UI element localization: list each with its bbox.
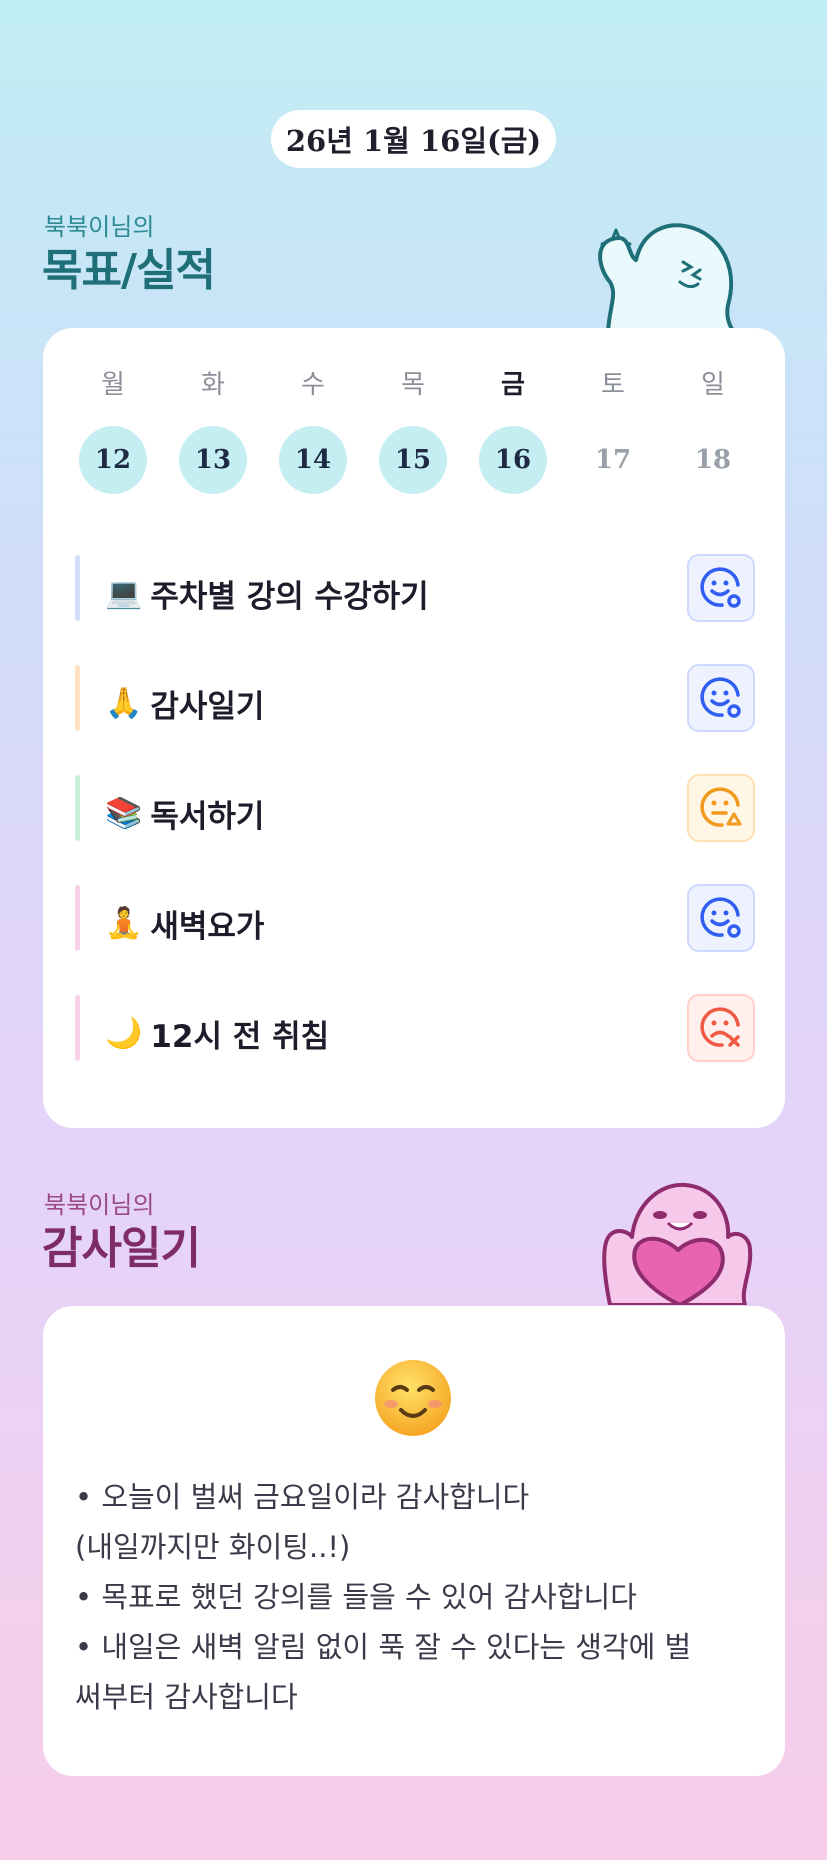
day-column[interactable]: 금 16 bbox=[473, 368, 553, 494]
day-column[interactable]: 수 14 bbox=[273, 368, 353, 494]
goal-row[interactable]: 💻 주차별 강의 수강하기 bbox=[75, 538, 755, 648]
goal-label: 주차별 강의 수강하기 bbox=[150, 578, 429, 615]
goal-row[interactable]: 🌙 12시 전 취침 bbox=[75, 978, 755, 1088]
goal-status-success-icon[interactable] bbox=[687, 884, 755, 952]
goal-accent-bar bbox=[75, 885, 80, 951]
goal-label: 12시 전 취침 bbox=[150, 1018, 330, 1055]
smiling-face-icon bbox=[375, 1360, 451, 1436]
goal-accent-bar bbox=[75, 665, 80, 731]
day-number[interactable]: 13 bbox=[179, 426, 247, 494]
goal-row[interactable]: 🧘 새벽요가 bbox=[75, 868, 755, 978]
weekday-label: 월 bbox=[101, 370, 125, 400]
day-column[interactable]: 목 15 bbox=[373, 368, 453, 494]
day-number[interactable]: 18 bbox=[679, 426, 747, 494]
weekday-label: 화 bbox=[201, 370, 225, 400]
goal-emoji-icon: 🌙 bbox=[105, 1015, 143, 1051]
day-number[interactable]: 17 bbox=[579, 426, 647, 494]
weekday-label: 수 bbox=[301, 370, 325, 400]
day-number[interactable]: 16 bbox=[479, 426, 547, 494]
day-number[interactable]: 15 bbox=[379, 426, 447, 494]
diary-text: • 오늘이 벌써 금요일이라 감사합니다 (내일까지만 화이팅..!) • 목표로 … bbox=[75, 1472, 765, 1722]
goal-status-success-icon[interactable] bbox=[687, 554, 755, 622]
goal-accent-bar bbox=[75, 775, 80, 841]
goal-row[interactable]: 🙏 감사일기 bbox=[75, 648, 755, 758]
day-column[interactable]: 화 13 bbox=[173, 368, 253, 494]
day-column[interactable]: 일 18 bbox=[673, 368, 753, 494]
day-number[interactable]: 14 bbox=[279, 426, 347, 494]
goals-card: 월 12 화 13 수 14 목 15 금 16 토 17 일 18 💻 주차별 강의 수강하기 🙏 감사일기 📚… bbox=[43, 328, 785, 1128]
week-calendar: 월 12 화 13 수 14 목 15 금 16 토 17 일 18 bbox=[73, 368, 753, 494]
diary-line: • 목표로 했던 강의를 들을 수 있어 감사합니다 bbox=[75, 1580, 637, 1614]
weekday-label: 금 bbox=[501, 370, 525, 400]
goal-list: 💻 주차별 강의 수강하기 🙏 감사일기 📚 독서하기 🧘 새벽요가 🌙 12시 전 취침 bbox=[75, 538, 755, 1088]
goal-emoji-icon: 🧘 bbox=[105, 905, 143, 941]
goal-status-partial-icon[interactable] bbox=[687, 774, 755, 842]
diary-line: 써부터 감사합니다 bbox=[75, 1680, 298, 1714]
diary-line: • 내일은 새벽 알림 없이 푹 잘 수 있다는 생각에 벌 bbox=[75, 1630, 692, 1664]
goal-emoji-icon: 📚 bbox=[105, 795, 143, 831]
goal-status-success-icon[interactable] bbox=[687, 664, 755, 732]
goal-label: 감사일기 bbox=[150, 688, 265, 725]
weekday-label: 일 bbox=[701, 370, 725, 400]
ghost-mascot-icon bbox=[598, 223, 738, 335]
goals-section-title: 목표/실적 bbox=[42, 245, 216, 296]
day-column[interactable]: 월 12 bbox=[73, 368, 153, 494]
goal-title: 🌙 12시 전 취침 bbox=[105, 1011, 329, 1056]
goal-status-fail-icon[interactable] bbox=[687, 994, 755, 1062]
diary-line: (내일까지만 화이팅..!) bbox=[75, 1530, 351, 1564]
goal-row[interactable]: 📚 독서하기 bbox=[75, 758, 755, 868]
goal-title: 💻 주차별 강의 수강하기 bbox=[105, 571, 429, 616]
diary-card: • 오늘이 벌써 금요일이라 감사합니다 (내일까지만 화이팅..!) • 목표로 … bbox=[43, 1306, 785, 1776]
day-column[interactable]: 토 17 bbox=[573, 368, 653, 494]
diary-section-title: 감사일기 bbox=[42, 1223, 201, 1274]
goal-title: 🧘 새벽요가 bbox=[105, 901, 264, 946]
goal-accent-bar bbox=[75, 555, 80, 621]
goal-emoji-icon: 💻 bbox=[105, 575, 143, 611]
goal-title: 📚 독서하기 bbox=[105, 791, 264, 836]
goal-emoji-icon: 🙏 bbox=[105, 685, 143, 721]
diary-line: • 오늘이 벌써 금요일이라 감사합니다 bbox=[75, 1480, 530, 1514]
weekday-label: 목 bbox=[401, 370, 425, 400]
goal-label: 새벽요가 bbox=[150, 908, 265, 945]
weekday-label: 토 bbox=[601, 370, 625, 400]
date-badge: 26년 1월 16일(금) bbox=[271, 110, 556, 168]
ghost-heart-mascot-icon bbox=[602, 1182, 753, 1305]
goal-title: 🙏 감사일기 bbox=[105, 681, 264, 726]
goal-label: 독서하기 bbox=[150, 798, 265, 835]
goal-accent-bar bbox=[75, 995, 80, 1061]
day-number[interactable]: 12 bbox=[79, 426, 147, 494]
